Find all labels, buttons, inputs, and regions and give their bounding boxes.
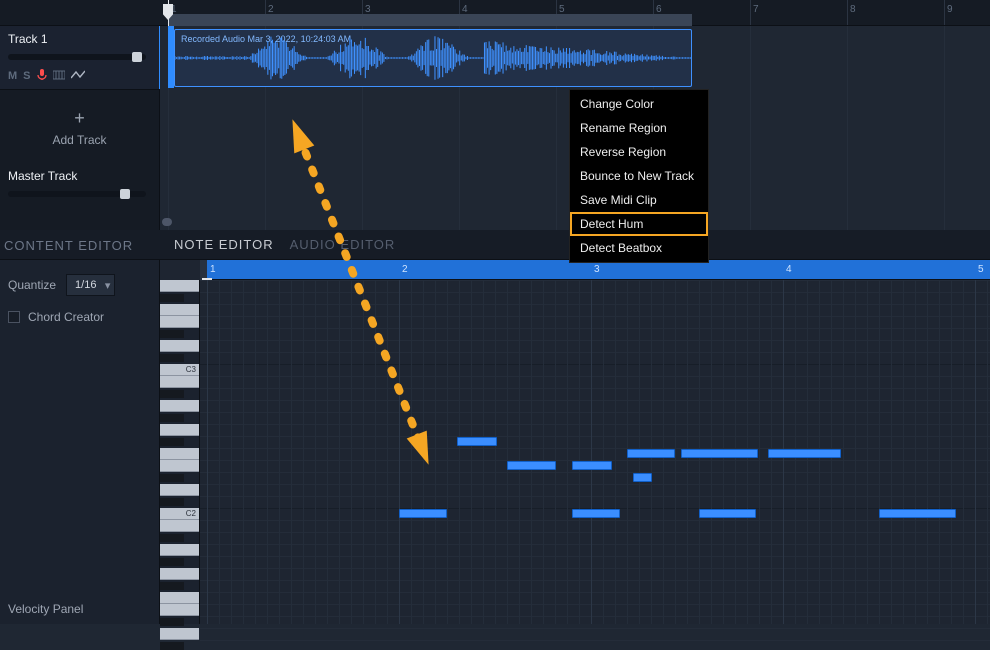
checkbox-icon bbox=[8, 311, 20, 323]
track-volume-slider[interactable] bbox=[8, 54, 146, 60]
ruler-tick-label: 9 bbox=[947, 4, 953, 15]
waveform-icon bbox=[175, 30, 691, 86]
menu-item-rename-region[interactable]: Rename Region bbox=[570, 116, 708, 140]
ne-ruler-tick-label: 5 bbox=[978, 264, 984, 275]
menu-item-save-midi-clip[interactable]: Save Midi Clip bbox=[570, 188, 708, 212]
solo-button[interactable]: S bbox=[23, 70, 30, 82]
master-track[interactable]: Master Track bbox=[0, 161, 159, 205]
midi-note[interactable] bbox=[399, 509, 447, 518]
master-volume-slider[interactable] bbox=[8, 191, 146, 197]
midi-note[interactable] bbox=[879, 509, 956, 518]
ruler-tick-label: 8 bbox=[850, 4, 856, 15]
velocity-panel-button[interactable]: Velocity Panel bbox=[8, 602, 83, 616]
piano-roll-grid[interactable] bbox=[200, 280, 990, 624]
automation-icon[interactable] bbox=[71, 69, 85, 83]
chord-creator-label: Chord Creator bbox=[28, 310, 104, 324]
ne-ruler-tick-label: 2 bbox=[402, 264, 408, 275]
master-volume-knob[interactable] bbox=[120, 189, 130, 199]
note-editor-ruler[interactable]: 1 2 3 4 5 bbox=[200, 260, 990, 280]
add-track-button[interactable]: + Add Track bbox=[0, 90, 159, 161]
ne-ruler-tick-label: 4 bbox=[786, 264, 792, 275]
quantize-label: Quantize bbox=[8, 278, 56, 292]
menu-item-bounce-to-new-track[interactable]: Bounce to New Track bbox=[570, 164, 708, 188]
piano-octave-label: C2 bbox=[186, 509, 196, 518]
midi-note[interactable] bbox=[457, 437, 497, 446]
menu-item-reverse-region[interactable]: Reverse Region bbox=[570, 140, 708, 164]
ne-ruler-tick-label: 1 bbox=[210, 264, 216, 275]
timeline-selection[interactable] bbox=[168, 14, 692, 26]
note-editor-ruler-pre bbox=[200, 260, 207, 280]
track-header[interactable]: Track 1 M S bbox=[0, 26, 159, 90]
plus-icon: + bbox=[0, 108, 159, 129]
midi-note[interactable] bbox=[572, 509, 620, 518]
track-name[interactable]: Track 1 bbox=[8, 32, 151, 46]
quantize-select[interactable]: 1/16 bbox=[66, 274, 115, 296]
midi-note[interactable] bbox=[572, 461, 612, 470]
midi-note[interactable] bbox=[699, 509, 757, 518]
ruler-tick-label: 7 bbox=[753, 4, 759, 15]
content-editor-title: CONTENT EDITOR bbox=[0, 230, 160, 260]
menu-item-detect-beatbox[interactable]: Detect Beatbox bbox=[570, 236, 708, 260]
record-arm-icon[interactable] bbox=[37, 68, 47, 83]
midi-input-icon[interactable] bbox=[53, 69, 65, 83]
tracks-sidebar: Track 1 M S + Add Track Master Track bbox=[0, 26, 160, 230]
note-editor[interactable]: 1 2 3 4 5 C3 C2 bbox=[160, 260, 990, 624]
menu-item-detect-hum[interactable]: Detect Hum bbox=[570, 212, 708, 236]
audio-region[interactable]: Recorded Audio Mar 3, 2022, 10:24:03 AM bbox=[174, 29, 692, 87]
midi-note[interactable] bbox=[633, 473, 652, 482]
midi-note[interactable] bbox=[507, 461, 557, 470]
mute-button[interactable]: M bbox=[8, 70, 17, 82]
midi-note[interactable] bbox=[768, 449, 841, 458]
content-editor-controls: Quantize 1/16 Chord Creator Velocity Pan… bbox=[0, 260, 160, 624]
tab-note-editor[interactable]: NOTE EDITOR bbox=[174, 237, 274, 252]
piano-octave-label: C3 bbox=[186, 365, 196, 374]
chord-creator-checkbox[interactable]: Chord Creator bbox=[8, 310, 151, 324]
piano-keys[interactable]: C3 C2 bbox=[160, 280, 200, 624]
tab-audio-editor[interactable]: AUDIO EDITOR bbox=[290, 237, 396, 252]
add-track-label: Add Track bbox=[52, 133, 106, 147]
master-track-name: Master Track bbox=[8, 169, 151, 183]
hscroll-thumb[interactable] bbox=[162, 218, 172, 226]
midi-note[interactable] bbox=[627, 449, 675, 458]
menu-item-change-color[interactable]: Change Color bbox=[570, 92, 708, 116]
ne-ruler-tick-label: 3 bbox=[594, 264, 600, 275]
region-context-menu: Change ColorRename RegionReverse RegionB… bbox=[569, 89, 709, 263]
midi-note[interactable] bbox=[681, 449, 758, 458]
track-volume-knob[interactable] bbox=[132, 52, 142, 62]
